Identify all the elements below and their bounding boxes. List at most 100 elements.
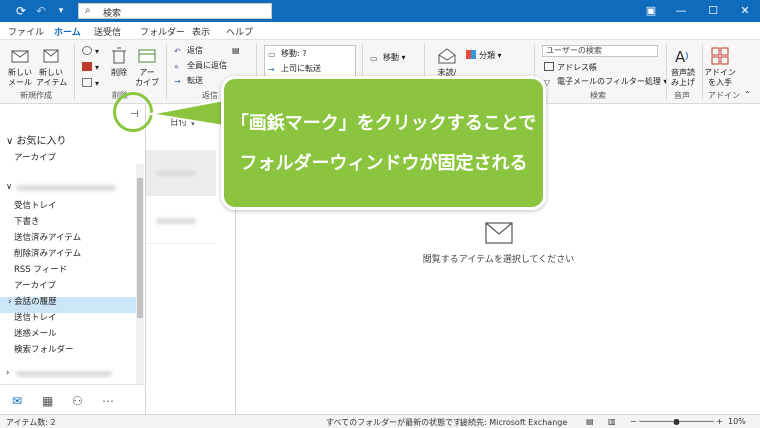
zoom-slider[interactable]: − ───────●─────── +	[630, 417, 723, 426]
message-preview-blurred	[156, 218, 196, 224]
meeting-reply-icon[interactable]: ▤	[232, 46, 240, 55]
mailbox-name-blurred	[16, 185, 116, 191]
envelope-icon	[485, 222, 513, 244]
tab-view[interactable]: 表示	[192, 25, 210, 38]
folder-deleted[interactable]: 削除済みアイテム	[14, 247, 81, 259]
mailbox2-expander[interactable]: ›	[6, 368, 9, 378]
message-row[interactable]	[146, 150, 216, 196]
folder-outbox[interactable]: 送信トレイ	[14, 311, 57, 323]
new-mail-button[interactable]: 新しい メール	[6, 46, 34, 88]
folder-rss[interactable]: RSS フィード	[14, 263, 67, 275]
address-book-button[interactable]: アドレス帳	[544, 62, 597, 73]
send-receive-icon[interactable]: ⟳	[14, 4, 28, 18]
people-icon[interactable]: ⚇	[72, 394, 83, 408]
zoom-level: 10%	[728, 417, 746, 426]
ignore-icon	[82, 46, 92, 55]
filter-email-button[interactable]: ▽ 電子メールのフィルター処理 ▾	[544, 76, 667, 87]
forward-icon: →	[268, 65, 275, 74]
tab-help[interactable]: ヘルプ	[226, 25, 253, 38]
forward-button[interactable]: → 転送	[174, 75, 203, 86]
more-icon[interactable]: ⋯	[102, 394, 114, 408]
folder-pane: ⊣ ∨ お気に入り アーカイブ ∨ 受信トレイ 下書き 送信済みアイテム 削除済…	[0, 104, 146, 414]
module-nav-bar: ✉ ▦ ⚇ ⋯	[0, 384, 146, 414]
read-aloud-button[interactable]: A 音声読 み上げ	[668, 46, 698, 88]
quick-step-move[interactable]: ▭ 移動: ?	[268, 48, 306, 59]
status-bar: アイテム数: 2 すべてのフォルダーが最新の状態です。 接続先: Microso…	[0, 414, 760, 428]
search-placeholder: 検索	[103, 9, 122, 19]
move-icon: ▭	[370, 54, 378, 63]
separator	[74, 44, 75, 100]
unread-button[interactable]: 未読/	[432, 46, 462, 78]
addins-icon	[711, 47, 729, 65]
quick-access-menu-icon[interactable]: ▾	[54, 4, 68, 18]
forward-icon: →	[174, 77, 181, 86]
reply-button[interactable]: ↶ 返信	[174, 45, 203, 56]
callout-box: 「画鋲マーク」をクリックすることで フォルダーウィンドウが固定される	[221, 76, 546, 210]
folder-archive[interactable]: アーカイブ	[14, 279, 56, 291]
get-addins-button[interactable]: アドイン を入手	[704, 46, 736, 88]
categorize-button[interactable]: 分類 ▾	[466, 50, 502, 61]
archive-button[interactable]: アー カイブ	[134, 46, 160, 88]
calendar-icon[interactable]: ▦	[42, 394, 53, 408]
folder-search[interactable]: 検索フォルダー	[14, 343, 74, 355]
tab-file[interactable]: ファイル	[8, 25, 44, 38]
folder-history[interactable]: › 会話の履歴	[8, 295, 57, 307]
separator	[666, 44, 667, 100]
cleanup-button[interactable]: ▾	[82, 62, 99, 72]
mailbox2-name-blurred	[16, 371, 112, 377]
group-label-search: 検索	[590, 91, 606, 100]
mail-icon[interactable]: ✉	[12, 394, 22, 408]
separator	[166, 44, 167, 100]
read-aloud-icon: A	[675, 48, 688, 66]
envelope-icon	[11, 50, 29, 63]
junk-button[interactable]: ▾	[82, 78, 99, 88]
separator	[702, 44, 703, 100]
search-icon: ⌕	[85, 5, 91, 16]
folder-drafts[interactable]: 下書き	[14, 215, 40, 227]
scrollbar-thumb[interactable]	[137, 178, 143, 318]
reply-icon: ↶	[174, 47, 181, 56]
favorite-archive[interactable]: アーカイブ	[14, 151, 56, 163]
highlight-ring	[113, 92, 153, 132]
mailbox-expander[interactable]: ∨	[6, 182, 12, 192]
favorites-header[interactable]: ∨ お気に入り	[6, 132, 67, 147]
junk-icon	[82, 78, 92, 87]
collapse-ribbon-icon[interactable]: ⌃	[744, 90, 751, 99]
normal-view-icon[interactable]: ▤	[586, 417, 594, 426]
item-count: アイテム数: 2	[6, 418, 56, 427]
maximize-button[interactable]: ☐	[698, 0, 728, 22]
quick-step-to-manager[interactable]: → 上司に転送	[268, 63, 321, 74]
ribbon-display-icon[interactable]: ▣	[636, 0, 666, 22]
reply-all-icon: «	[174, 62, 179, 71]
folder-junk[interactable]: 迷惑メール	[14, 327, 57, 339]
folder-sent[interactable]: 送信済みアイテム	[14, 231, 81, 243]
reading-view-icon[interactable]: ▥	[608, 417, 616, 426]
delete-button[interactable]: 削除	[108, 46, 130, 78]
minimize-button[interactable]: —	[666, 0, 696, 22]
tab-home[interactable]: ホーム	[52, 25, 83, 42]
title-bar: ⟳ ↶ ▾ ⌕ 検索 ▣ — ☐ ✕	[0, 0, 760, 22]
svg-text:A: A	[675, 48, 686, 66]
close-button[interactable]: ✕	[730, 0, 760, 22]
undo-icon[interactable]: ↶	[34, 4, 48, 18]
quick-steps-gallery[interactable]: ▭ 移動: ? → 上司に転送	[264, 45, 356, 79]
new-items-button[interactable]: 新しい アイテム	[36, 46, 67, 88]
folder-scrollbar[interactable]	[136, 164, 144, 384]
tab-folder[interactable]: フォルダー	[140, 25, 185, 38]
empty-reading-message: 閲覧するアイテムを選択してください	[422, 255, 575, 265]
folder-inbox[interactable]: 受信トレイ	[14, 199, 57, 211]
group-label-addins: アドイン	[708, 91, 740, 100]
message-row[interactable]	[146, 198, 216, 244]
tab-send-receive[interactable]: 送受信	[94, 25, 121, 38]
reply-all-button[interactable]: «全員に返信	[174, 60, 227, 71]
callout-line-1: 「画鋲マーク」をクリックすることで	[230, 113, 537, 134]
user-search-input[interactable]: ユーザーの検索	[542, 45, 658, 57]
connection-status: 接続先: Microsoft Exchange	[460, 418, 568, 427]
trash-icon	[112, 47, 126, 64]
message-preview-blurred	[156, 170, 196, 176]
categorize-icon	[466, 50, 476, 59]
callout-pointer	[150, 98, 225, 128]
move-button[interactable]: ▭ 移動 ▾	[370, 52, 406, 63]
ignore-button[interactable]: ▾	[82, 46, 99, 56]
search-input[interactable]: ⌕ 検索	[78, 3, 272, 19]
